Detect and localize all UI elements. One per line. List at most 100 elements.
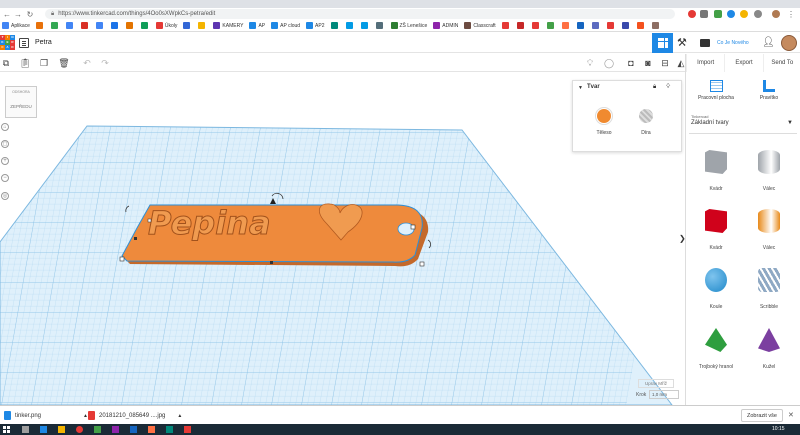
align-icon[interactable]: ⊟ — [659, 57, 671, 69]
shape-item[interactable]: Koule — [691, 260, 741, 312]
library-select[interactable]: Tinkercad Základní tvary ▼ — [689, 112, 797, 134]
paste-icon[interactable]: 📋︎ — [19, 57, 31, 69]
bookmark-item[interactable] — [531, 22, 541, 29]
home-view-icon[interactable]: ⌂ — [1, 123, 9, 131]
shape-item[interactable]: Válec — [744, 201, 794, 253]
show-all-downloads-button[interactable]: Zobrazit vše — [741, 409, 783, 422]
extension-icon[interactable] — [754, 10, 762, 18]
workplane-tool[interactable]: Pracovní plocha — [691, 76, 741, 108]
bookmark-item[interactable] — [35, 22, 45, 29]
url-field[interactable]: 🔒︎ https://www.tinkercad.com/things/4Oo0… — [45, 9, 675, 19]
bookmark-item[interactable] — [501, 22, 511, 29]
copy-icon[interactable]: ⧉ — [0, 57, 12, 69]
shape-item[interactable]: Trojboký hranol — [691, 320, 741, 372]
view-cube[interactable]: ODSHORA ZEPŘEDU — [5, 86, 37, 118]
extension-icon[interactable] — [700, 10, 708, 18]
bookmark-item[interactable] — [651, 22, 661, 29]
download-item[interactable]: 20181210_085649 ....jpg ▲ — [88, 409, 182, 422]
taskbar-app-icon[interactable] — [148, 426, 155, 433]
taskbar-app-icon[interactable] — [184, 426, 191, 433]
bookmark-item[interactable]: ZŠ Lenešice — [390, 22, 427, 29]
blocks-hammer-icon[interactable]: ⚒ — [677, 36, 687, 49]
briefcase-icon[interactable] — [700, 39, 710, 47]
design-list-icon[interactable] — [19, 38, 29, 48]
redo-icon[interactable]: ↷ — [99, 57, 111, 69]
bookmark-item[interactable] — [65, 22, 75, 29]
bookmark-item[interactable] — [561, 22, 571, 29]
visibility-icon[interactable]: 💡︎ — [666, 84, 670, 91]
taskbar-app-icon[interactable] — [94, 426, 101, 433]
bookmark-item[interactable]: KAMERY — [213, 22, 243, 29]
bookmark-item[interactable] — [198, 22, 207, 29]
import-button[interactable]: Import — [686, 54, 724, 72]
group-icon[interactable]: ◘ — [625, 57, 637, 69]
taskbar-app-icon[interactable] — [22, 426, 29, 433]
send-to-button[interactable]: Send To — [762, 54, 800, 72]
lock-icon[interactable]: 🔒︎ — [653, 84, 656, 91]
shape-item[interactable]: Scribble — [744, 260, 794, 312]
zoom-out-icon[interactable]: − — [1, 174, 9, 182]
extension-icon[interactable] — [740, 10, 748, 18]
ortho-view-icon[interactable]: ◎ — [1, 192, 9, 200]
whats-new-link[interactable]: Co Je Nového — [717, 40, 749, 46]
shape-item[interactable]: Kvádr — [691, 142, 741, 194]
back-icon[interactable]: ← — [2, 9, 12, 19]
bookmark-item[interactable] — [50, 22, 60, 29]
bookmark-item[interactable] — [375, 22, 385, 29]
clock[interactable]: 10:15 — [772, 426, 785, 432]
bookmark-item[interactable] — [360, 22, 370, 29]
export-button[interactable]: Export — [724, 54, 762, 72]
profile-avatar-icon[interactable] — [772, 10, 780, 18]
start-icon[interactable] — [3, 426, 10, 433]
bookmark-item[interactable] — [606, 22, 616, 29]
3d-view-button[interactable] — [652, 33, 673, 53]
bookmark-item[interactable]: AP2 — [306, 22, 325, 29]
model-text[interactable]: Pepina — [148, 204, 272, 243]
close-icon[interactable]: ✕ — [788, 411, 794, 419]
bookmark-item[interactable] — [140, 22, 150, 29]
taskbar-app-icon[interactable] — [130, 426, 137, 433]
hole-button[interactable] — [637, 107, 655, 125]
bookmark-item[interactable]: ADMIN — [433, 22, 458, 29]
bookmark-item[interactable]: AP — [249, 22, 265, 29]
zoom-in-icon[interactable]: + — [1, 157, 9, 165]
bookmark-item[interactable] — [183, 22, 192, 29]
bookmark-item[interactable]: Aplikace — [2, 22, 30, 29]
note-icon[interactable]: ◯ — [603, 57, 615, 69]
user-avatar[interactable] — [781, 35, 797, 51]
forward-icon[interactable]: → — [13, 9, 23, 19]
solid-button[interactable] — [595, 107, 613, 125]
taskbar-app-icon[interactable] — [40, 426, 47, 433]
fit-view-icon[interactable]: ▢ — [1, 140, 9, 148]
edit-grid-button[interactable]: Uprav Mříž — [638, 379, 674, 388]
bookmark-item[interactable] — [576, 22, 586, 29]
bookmark-item[interactable] — [80, 22, 90, 29]
shape-item[interactable]: Kvádr — [691, 201, 741, 253]
shape-item[interactable]: Kužel — [744, 320, 794, 372]
download-item[interactable]: tinker.png ▲ — [4, 409, 88, 422]
bookmark-item[interactable] — [125, 22, 135, 29]
taskbar-app-icon[interactable] — [112, 426, 119, 433]
bookmark-item[interactable]: Úkoly — [155, 22, 177, 29]
extension-icon[interactable] — [688, 10, 696, 18]
keychain-model[interactable]: Pepina — [121, 204, 429, 267]
taskbar-app-icon[interactable] — [58, 426, 65, 433]
duplicate-icon[interactable]: ❐ — [38, 57, 50, 69]
bookmark-item[interactable] — [636, 22, 646, 29]
bookmark-item[interactable] — [591, 22, 601, 29]
bookmark-item[interactable] — [516, 22, 526, 29]
bookmark-item[interactable] — [546, 22, 556, 29]
bookmark-item[interactable] — [330, 22, 340, 29]
bookmark-item[interactable] — [345, 22, 355, 29]
bookmark-item[interactable]: Classcraft — [464, 22, 496, 29]
reload-icon[interactable]: ↻ — [25, 9, 35, 19]
snap-grid-select[interactable]: 1,0 mm — [649, 390, 679, 399]
tinkercad-logo[interactable]: TIN KER CAD — [0, 35, 15, 51]
extension-icon[interactable] — [727, 10, 735, 18]
collapse-caret-icon[interactable]: ▼ — [578, 85, 583, 91]
bookmark-item[interactable] — [110, 22, 120, 29]
shape-item[interactable]: Válec — [744, 142, 794, 194]
project-title[interactable]: Petra — [35, 39, 52, 46]
taskbar-app-icon[interactable] — [166, 426, 173, 433]
ungroup-icon[interactable]: ◙ — [642, 57, 654, 69]
